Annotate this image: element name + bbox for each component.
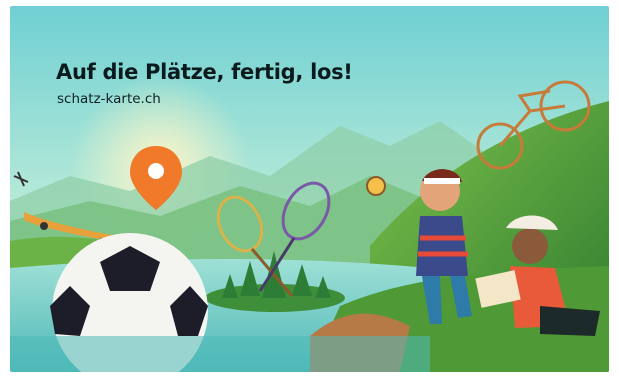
headline: Auf die Plätze, fertig, los! <box>56 60 353 84</box>
hero-banner: Auf die Plätze, fertig, los! schatz-kart… <box>10 6 609 372</box>
website-link[interactable]: schatz-karte.ch <box>57 91 161 107</box>
